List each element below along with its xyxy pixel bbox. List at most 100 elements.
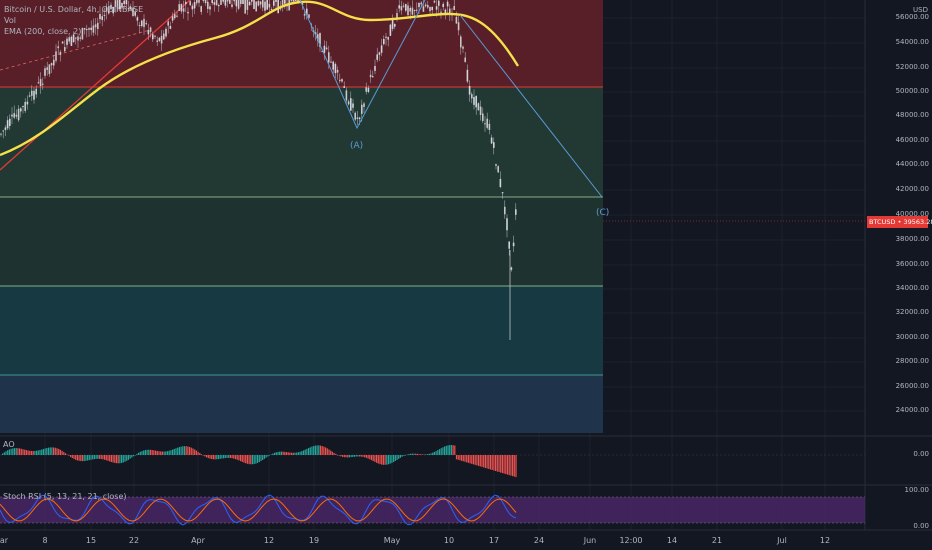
ao-bar (420, 454, 422, 455)
candle-body (512, 242, 515, 247)
ao-bar (452, 445, 454, 455)
candle-body (64, 47, 66, 52)
ao-bar (131, 455, 133, 458)
ao-bar (58, 448, 60, 455)
candle-body (33, 90, 35, 100)
ao-bar (481, 455, 483, 467)
candle-body (383, 38, 385, 45)
candle-body (438, 0, 440, 6)
ao-bar (231, 455, 233, 459)
candle-body (229, 0, 231, 4)
ao-bar (126, 455, 128, 461)
ao-bar (8, 449, 10, 455)
ao-bar (444, 446, 446, 455)
ao-bar (114, 455, 116, 463)
candle-body (39, 79, 42, 87)
candle-body (389, 24, 392, 36)
candle-body (486, 118, 488, 128)
ao-bar (161, 451, 163, 455)
ao-bar (333, 452, 335, 455)
time-axis-label: May (383, 536, 401, 545)
ao-bar (141, 451, 143, 455)
time-axis-label: 17 (488, 536, 500, 545)
ao-bar (301, 451, 303, 455)
stoch-axis-0: 0.00 (913, 522, 929, 530)
candle-body (457, 22, 460, 31)
ao-bar (489, 455, 492, 470)
ao-bar (228, 455, 230, 458)
ao-bar (95, 455, 97, 459)
candle-body (28, 95, 31, 97)
candle-body (11, 114, 13, 117)
candle-body (213, 2, 216, 5)
ao-bar (512, 455, 514, 477)
fib-zone-bottom (0, 375, 603, 433)
candle-body (66, 38, 68, 45)
ao-bar (93, 455, 95, 460)
ao-bar (183, 446, 186, 455)
ao-bar (156, 450, 158, 455)
ao-bar (97, 455, 99, 459)
candle-body (501, 192, 504, 194)
symbol-title[interactable]: Bitcoin / U.S. Dollar, 4h, COINBASE (4, 4, 143, 15)
candle-body (68, 37, 70, 42)
candle-body (323, 45, 326, 53)
ao-bar (335, 453, 337, 455)
ao-bar (260, 455, 262, 462)
time-axis-label: 12 (819, 536, 831, 545)
ao-bar (255, 455, 257, 464)
ao-bar (151, 450, 153, 455)
ao-bar (136, 453, 138, 455)
price-axis-label: 56000.00 (895, 13, 929, 21)
ao-bar (393, 455, 395, 463)
chart-canvas[interactable]: (A) (C) (0, 0, 932, 550)
ao-bar (488, 455, 490, 469)
candle-body (222, 0, 224, 2)
ao-bar (85, 455, 87, 461)
ao-bar (34, 450, 36, 455)
ao-bar (410, 453, 412, 455)
time-axis-label: 15 (85, 536, 97, 545)
time-axis-label: ar (0, 536, 9, 545)
candle-body (398, 5, 400, 9)
ao-pane-label[interactable]: AO (3, 440, 15, 449)
candle-body (341, 79, 343, 82)
ao-bar (170, 450, 172, 455)
ao-bar (214, 455, 216, 460)
candle-body (328, 52, 330, 63)
ao-bar (285, 452, 288, 455)
candle-body (37, 82, 40, 84)
ao-bar (243, 455, 245, 463)
ema-indicator-label[interactable]: EMA (200, close, 2) (4, 26, 143, 37)
ao-bar (423, 454, 425, 456)
ao-bar (20, 448, 22, 455)
price-axis-label: 42000.00 (895, 185, 929, 193)
stoch-rsi-pane-label[interactable]: Stoch RSI (5, 13, 21, 21, close) (3, 492, 126, 501)
ao-bar (411, 453, 413, 455)
ao-bar (160, 451, 162, 455)
ao-bar (496, 455, 498, 472)
ao-bar (29, 450, 31, 455)
ao-bar (279, 451, 281, 455)
ao-bar (124, 455, 126, 462)
ao-bar (209, 455, 211, 459)
ao-bar (377, 455, 379, 464)
ao-bar (148, 449, 150, 455)
ao-bar (80, 455, 82, 462)
candle-body (275, 0, 277, 2)
ao-bar (117, 455, 119, 464)
ao-bar (19, 448, 21, 455)
candle-body (246, 0, 249, 10)
ao-bar (233, 455, 235, 459)
ao-bar (199, 453, 201, 455)
volume-indicator-label[interactable]: Vol (4, 15, 143, 26)
candle-body (431, 6, 433, 11)
ao-bar (129, 455, 131, 459)
candle-body (367, 87, 370, 92)
ao-bar (7, 450, 9, 455)
candle-body (163, 33, 165, 40)
time-axis-label: 21 (711, 536, 723, 545)
candle-body (160, 35, 163, 44)
ao-bar (90, 455, 92, 460)
candle-body (240, 0, 242, 4)
